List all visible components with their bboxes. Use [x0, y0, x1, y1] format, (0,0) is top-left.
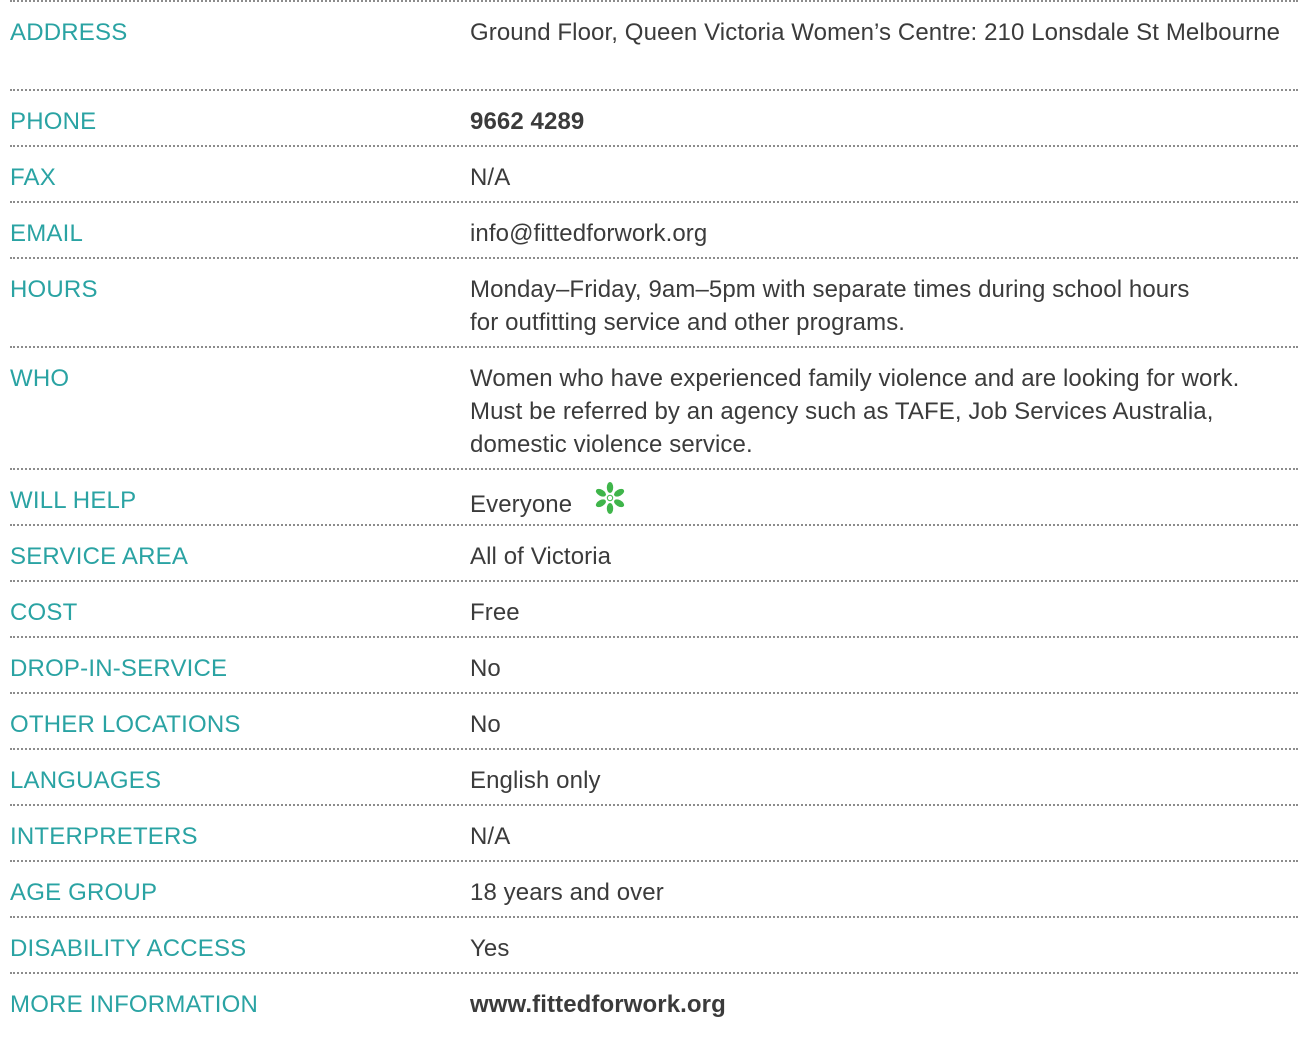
value-drop-in-service: No	[470, 655, 501, 682]
row-who: WHO Women who have experienced family vi…	[10, 346, 1298, 468]
row-drop-in-service: DROP-IN-SERVICE No	[10, 636, 1298, 692]
label-age-group: AGE GROUP	[10, 879, 158, 906]
value-more-information[interactable]: www.fittedforwork.org	[470, 988, 1298, 1021]
label-email: EMAIL	[10, 220, 84, 247]
value-service-area: All of Victoria	[470, 543, 612, 570]
label-disability-access: DISABILITY ACCESS	[10, 935, 247, 962]
label-hours: HOURS	[10, 276, 98, 303]
row-will-help: WILL HELP Everyone	[10, 468, 1298, 524]
service-info-table: ADDRESS Ground Floor, Queen Victoria Wom…	[10, 0, 1298, 1028]
value-phone[interactable]: 9662 4289	[470, 105, 1298, 138]
value-languages: English only	[470, 767, 601, 794]
label-fax: FAX	[10, 164, 56, 191]
row-address: ADDRESS Ground Floor, Queen Victoria Wom…	[10, 0, 1298, 89]
row-more-information: MORE INFORMATION www.fittedforwork.org	[10, 972, 1298, 1028]
row-interpreters: INTERPRETERS N/A	[10, 804, 1298, 860]
value-address: Ground Floor, Queen Victoria Women’s Cen…	[470, 19, 1281, 46]
value-fax: N/A	[470, 164, 511, 191]
value-disability-access: Yes	[470, 935, 510, 962]
row-fax: FAX N/A	[10, 145, 1298, 201]
label-languages: LANGUAGES	[10, 767, 162, 794]
value-who: Women who have experienced family violen…	[470, 365, 1240, 458]
row-disability-access: DISABILITY ACCESS Yes	[10, 916, 1298, 972]
value-hours: Monday–Friday, 9am–5pm with separate tim…	[470, 276, 1190, 336]
label-drop-in-service: DROP-IN-SERVICE	[10, 655, 228, 682]
row-email: EMAIL info@fittedforwork.org	[10, 201, 1298, 257]
value-interpreters: N/A	[470, 823, 511, 850]
row-age-group: AGE GROUP 18 years and over	[10, 860, 1298, 916]
label-who: WHO	[10, 365, 70, 392]
label-interpreters: INTERPRETERS	[10, 823, 198, 850]
row-hours: HOURS Monday–Friday, 9am–5pm with separa…	[10, 257, 1298, 346]
value-will-help-cell: Everyone	[470, 481, 1298, 527]
label-address: ADDRESS	[10, 19, 128, 46]
value-other-locations: No	[470, 711, 501, 738]
value-email[interactable]: info@fittedforwork.org	[470, 217, 1298, 250]
label-other-locations: OTHER LOCATIONS	[10, 711, 241, 738]
row-languages: LANGUAGES English only	[10, 748, 1298, 804]
label-service-area: SERVICE AREA	[10, 543, 189, 570]
label-will-help: WILL HELP	[10, 487, 137, 514]
value-will-help: Everyone	[470, 490, 573, 518]
row-phone: PHONE 9662 4289	[10, 89, 1298, 145]
label-phone: PHONE	[10, 108, 97, 135]
label-more-information: MORE INFORMATION	[10, 991, 259, 1018]
value-cost: Free	[470, 599, 520, 626]
row-service-area: SERVICE AREA All of Victoria	[10, 524, 1298, 580]
green-flower-icon	[593, 481, 627, 524]
label-cost: COST	[10, 599, 78, 626]
value-age-group: 18 years and over	[470, 879, 664, 906]
row-cost: COST Free	[10, 580, 1298, 636]
row-other-locations: OTHER LOCATIONS No	[10, 692, 1298, 748]
